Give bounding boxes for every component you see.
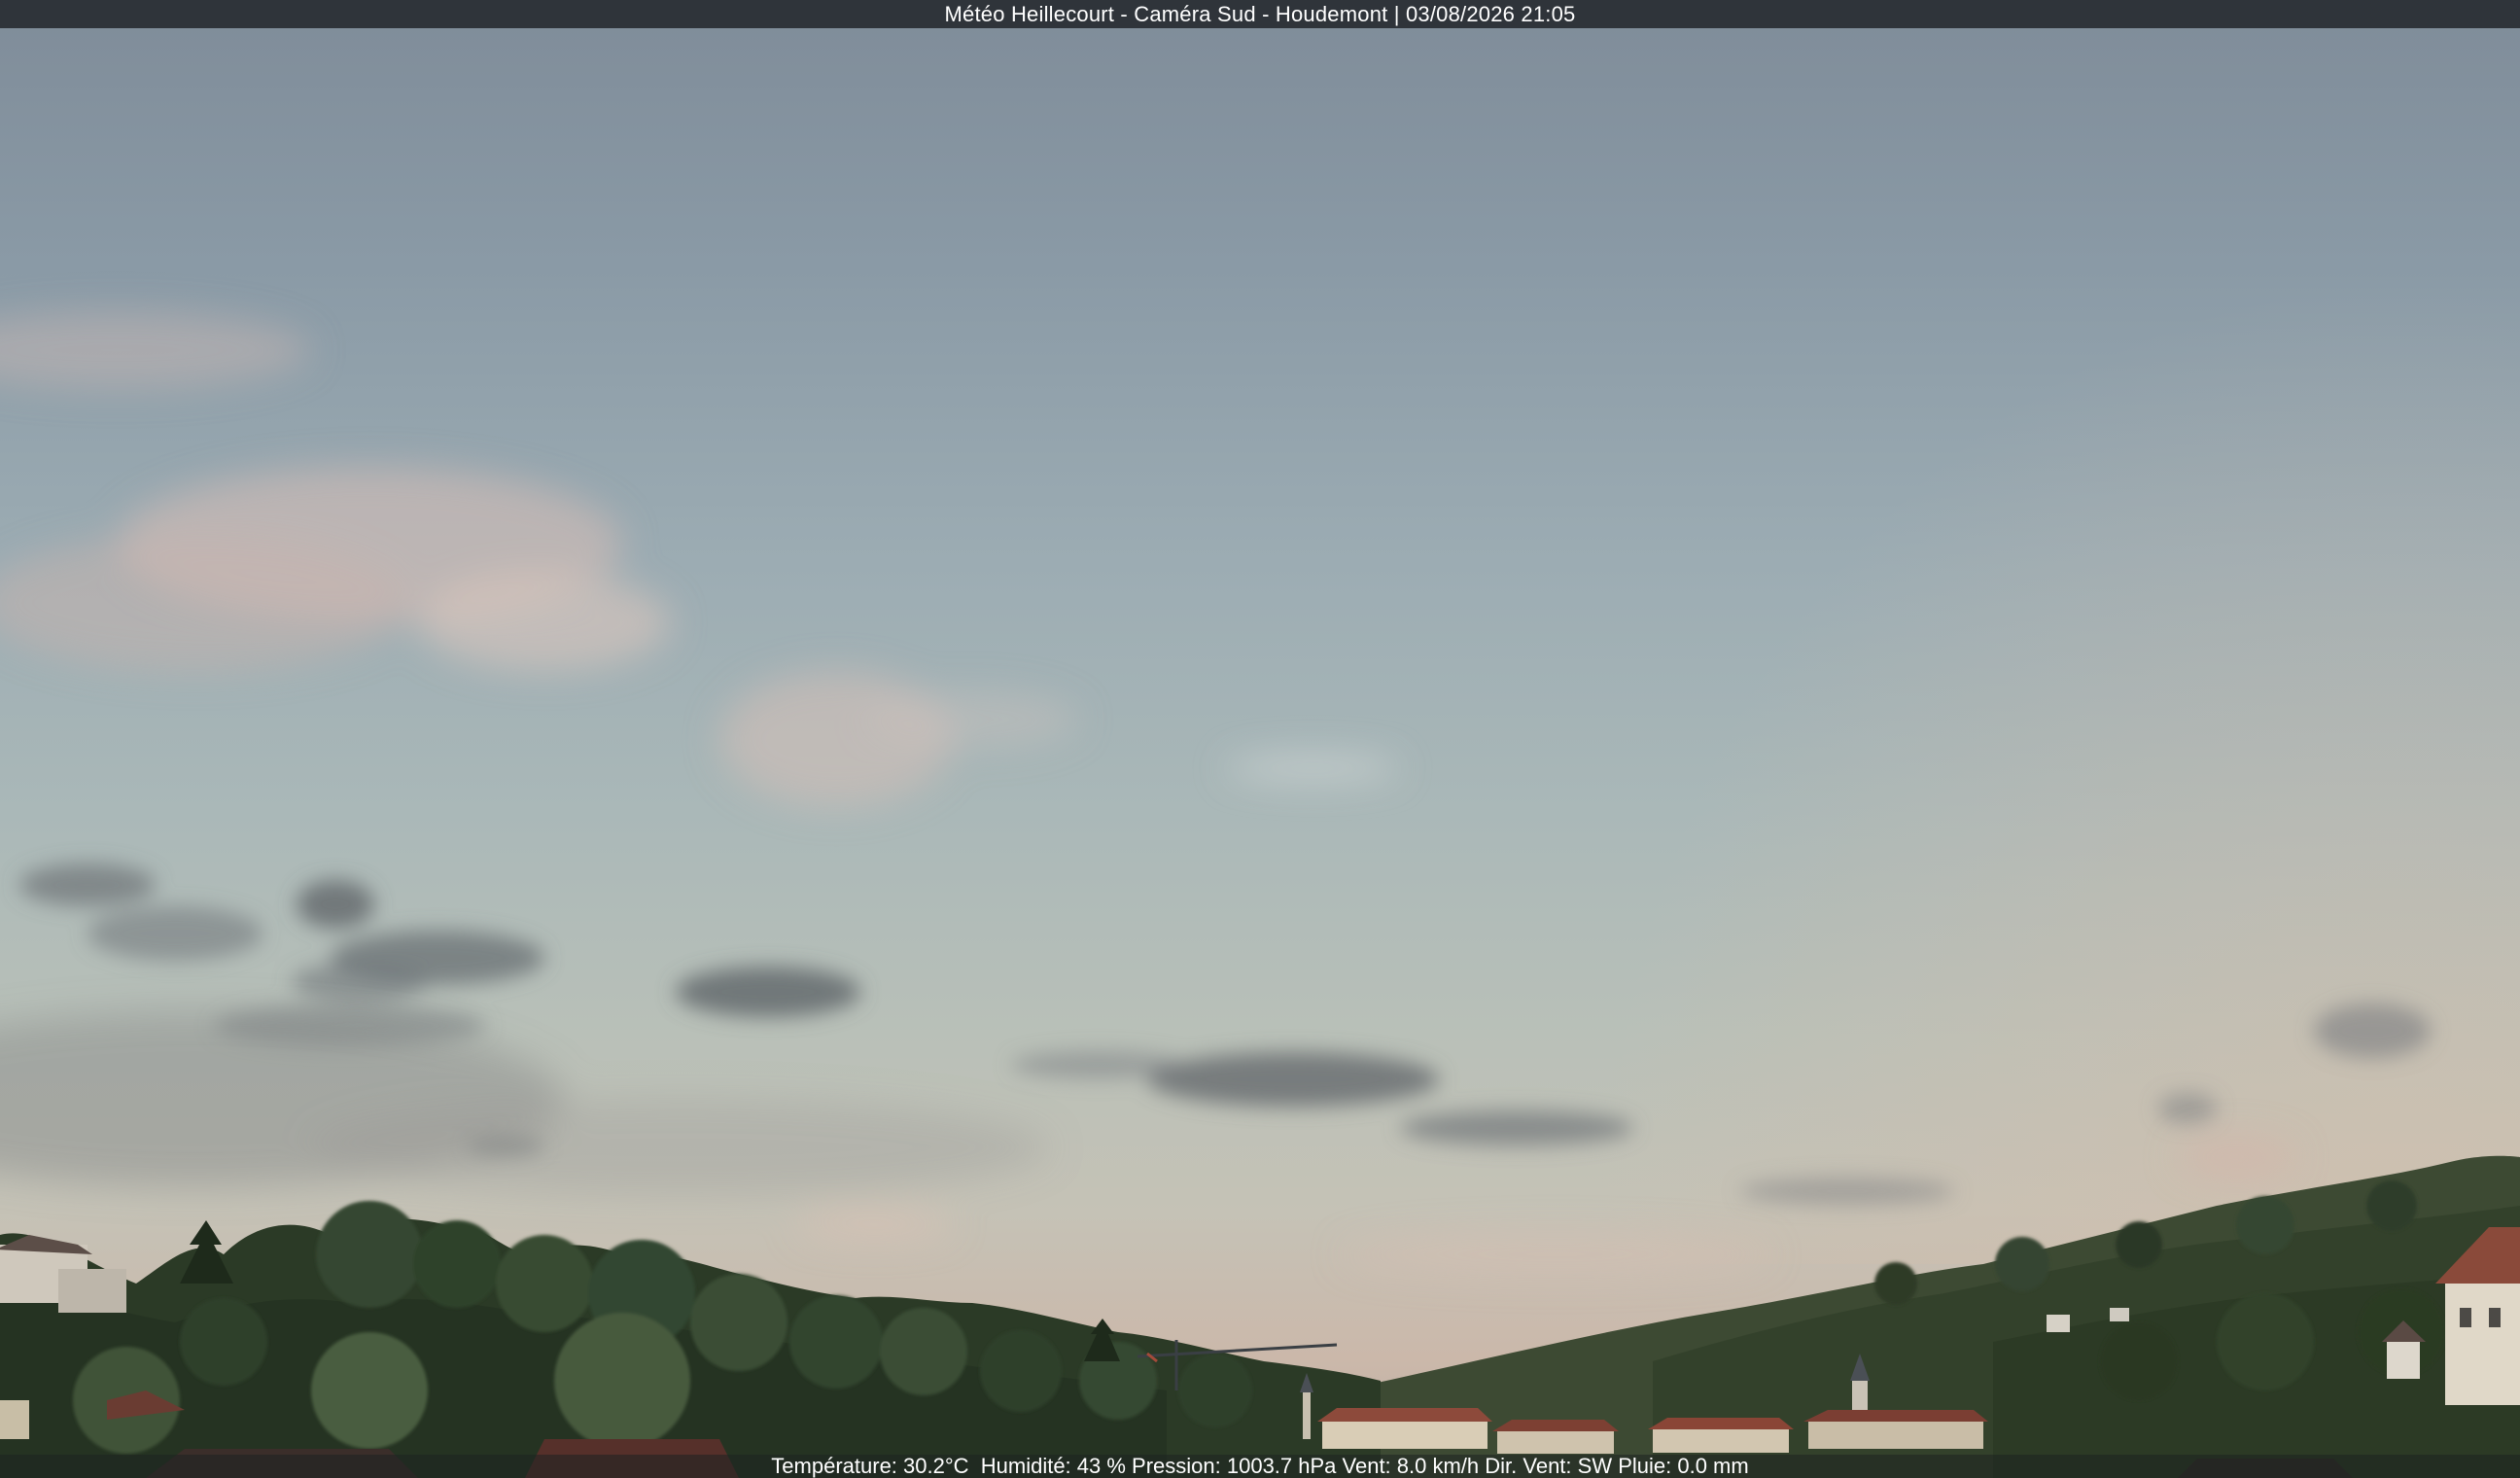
- high-clouds: [0, 311, 1400, 807]
- webcam-frame: Météo Heillecourt - Caméra Sud - Houdemo…: [0, 0, 2520, 1478]
- weather-readout: Température: 30.2°C Humidité: 43 % Press…: [771, 1454, 1749, 1478]
- weather-readout-bar: Température: 30.2°C Humidité: 43 % Press…: [0, 1454, 2520, 1478]
- camera-title: Météo Heillecourt - Caméra Sud - Houdemo…: [944, 1, 1576, 26]
- landscape-scene: [0, 311, 2520, 1478]
- camera-title-bar: Météo Heillecourt - Caméra Sud - Houdemo…: [0, 0, 2520, 28]
